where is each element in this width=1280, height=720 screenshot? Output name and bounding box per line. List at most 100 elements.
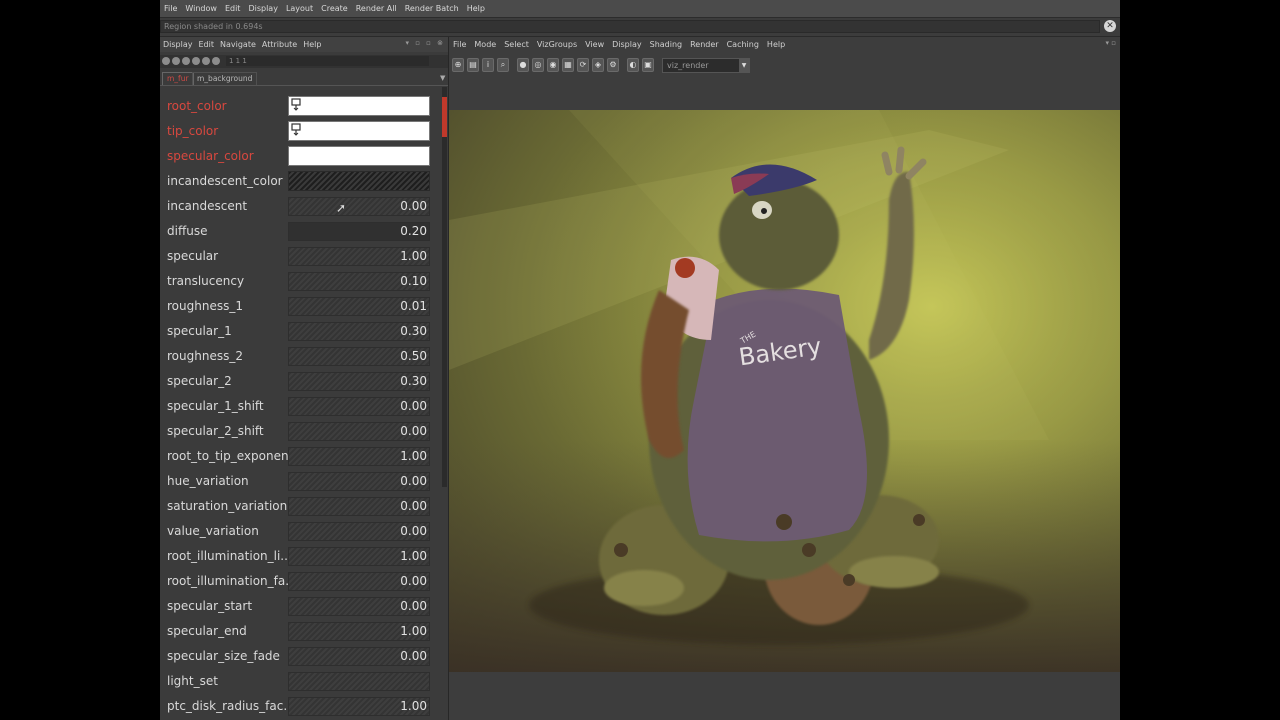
info-tool-icon[interactable]: i — [482, 58, 494, 72]
menu-render-batch[interactable]: Render Batch — [401, 4, 463, 13]
attribute-value-field[interactable]: 0.00 — [288, 397, 430, 416]
attribute-value-field[interactable] — [288, 672, 430, 691]
magnify-tool-icon[interactable]: ⌕ — [497, 58, 509, 72]
toolbar-button-icon[interactable] — [202, 57, 210, 65]
attribute-value-field[interactable]: 0.00 — [288, 197, 430, 216]
toolbar-button-icon[interactable] — [192, 57, 200, 65]
zoom-tool-icon[interactable]: ⊕ — [452, 58, 464, 72]
attr-menu-attribute[interactable]: Attribute — [259, 40, 300, 49]
render-menu-select[interactable]: Select — [500, 40, 533, 49]
attribute-value-field[interactable]: 0.20 — [288, 222, 430, 241]
attribute-value-field[interactable]: 0.00 — [288, 572, 430, 591]
attribute-row: specular_end 1.00 — [160, 619, 440, 644]
attribute-value: 0.00 — [400, 499, 427, 513]
render-menu-mode[interactable]: Mode — [470, 40, 500, 49]
toolbar-button-icon[interactable] — [162, 57, 170, 65]
render-menu-shading[interactable]: Shading — [646, 40, 687, 49]
attribute-value: 0.00 — [400, 524, 427, 538]
color-swatch[interactable] — [288, 171, 430, 191]
render-menu-caching[interactable]: Caching — [723, 40, 763, 49]
render-menu-help[interactable]: Help — [763, 40, 789, 49]
attribute-value-field[interactable]: 1.00 — [288, 697, 430, 716]
ipr-icon[interactable]: ◈ — [592, 58, 604, 72]
attribute-value-field[interactable]: 1.00 — [288, 622, 430, 641]
region-render-icon[interactable]: ◎ — [532, 58, 544, 72]
pan-tool-icon[interactable]: ▤ — [467, 58, 479, 72]
tab-m-fur[interactable]: m_fur — [162, 72, 194, 85]
menu-render-all[interactable]: Render All — [352, 4, 401, 13]
connection-icon[interactable] — [291, 123, 301, 136]
grid-icon[interactable]: ▦ — [562, 58, 574, 72]
attribute-value-field[interactable]: 1.00 — [288, 447, 430, 466]
color-swatch[interactable] — [288, 146, 430, 166]
attr-menu-edit[interactable]: Edit — [196, 40, 218, 49]
menu-file[interactable]: File — [160, 4, 181, 13]
color-swatch[interactable] — [288, 96, 430, 116]
attribute-row: root_to_tip_exponent 1.00 — [160, 444, 440, 469]
attribute-label: root_illumination_li... — [167, 549, 292, 563]
toolbar-button-icon[interactable] — [212, 57, 220, 65]
panel-window-controls-icon[interactable]: ▾ ▫ — [1106, 39, 1116, 47]
connection-icon[interactable] — [291, 98, 301, 111]
attribute-value-field[interactable]: 0.50 — [288, 347, 430, 366]
main-menu-bar: File Window Edit Display Layout Create R… — [160, 0, 1120, 18]
attribute-list: root_color tip_color specular_color incande… — [160, 94, 440, 719]
render-menu-view[interactable]: View — [581, 40, 608, 49]
attribute-label: specular_1 — [167, 324, 232, 338]
attribute-value-field[interactable]: 1.00 — [288, 247, 430, 266]
refresh-icon[interactable]: ⟳ — [577, 58, 589, 72]
menu-create[interactable]: Create — [317, 4, 352, 13]
camera-select[interactable]: viz_render ▼ — [662, 58, 750, 73]
attribute-value: 0.50 — [400, 349, 427, 363]
render-menu-render[interactable]: Render — [686, 40, 722, 49]
close-icon[interactable]: ✕ — [1104, 20, 1116, 32]
menu-window[interactable]: Window — [181, 4, 221, 13]
attribute-value: 0.00 — [400, 574, 427, 588]
attribute-value-field[interactable]: 0.01 — [288, 297, 430, 316]
attribute-value-field[interactable]: 0.00 — [288, 647, 430, 666]
render-button-icon[interactable]: ● — [517, 58, 529, 72]
chevron-down-icon[interactable]: ▼ — [739, 59, 749, 72]
node-path-field[interactable]: 1 1 1 — [226, 56, 429, 66]
attribute-value-field[interactable]: 0.10 — [288, 272, 430, 291]
toolbar-button-icon[interactable] — [182, 57, 190, 65]
attribute-scrollbar[interactable] — [442, 87, 447, 487]
panel-window-controls-icon[interactable]: ▾ ▫ ▫ ⊗ — [405, 39, 445, 47]
attr-menu-navigate[interactable]: Navigate — [217, 40, 259, 49]
attribute-value: 0.00 — [400, 599, 427, 613]
attribute-value-field[interactable]: 0.30 — [288, 372, 430, 391]
snapshot-icon[interactable]: ◉ — [547, 58, 559, 72]
render-menu-vizgroups[interactable]: VizGroups — [533, 40, 581, 49]
tab-m-background[interactable]: m_background — [192, 72, 258, 85]
attribute-value-field[interactable]: 0.00 — [288, 472, 430, 491]
menu-help[interactable]: Help — [463, 4, 489, 13]
attribute-row: specular 1.00 — [160, 244, 440, 269]
attribute-value-field[interactable]: 0.00 — [288, 597, 430, 616]
render-menu-file[interactable]: File — [449, 40, 470, 49]
tab-scroll-icon[interactable]: ▼ — [440, 74, 445, 82]
toolbar-button-icon[interactable] — [172, 57, 180, 65]
status-bar: Region shaded in 0.694s ✕ — [160, 18, 1120, 37]
render-view-menu: File Mode Select VizGroups View Display … — [449, 37, 1120, 52]
attr-menu-display[interactable]: Display — [160, 40, 196, 49]
attribute-value-field[interactable]: 1.00 — [288, 547, 430, 566]
attribute-row: specular_1_shift 0.00 — [160, 394, 440, 419]
stop-icon[interactable]: ▣ — [642, 58, 654, 72]
attribute-value-field[interactable]: 0.00 — [288, 497, 430, 516]
pause-icon[interactable]: ◐ — [627, 58, 639, 72]
attribute-value-field[interactable]: 0.30 — [288, 322, 430, 341]
menu-edit[interactable]: Edit — [221, 4, 245, 13]
attribute-value: 0.10 — [400, 274, 427, 288]
color-swatch[interactable] — [288, 121, 430, 141]
scrollbar-thumb[interactable] — [442, 97, 447, 137]
attribute-row: specular_start 0.00 — [160, 594, 440, 619]
menu-layout[interactable]: Layout — [282, 4, 317, 13]
attribute-editor-menu: Display Edit Navigate Attribute Help ▾ ▫… — [160, 37, 448, 52]
attribute-value-field[interactable]: 0.00 — [288, 522, 430, 541]
render-menu-display[interactable]: Display — [608, 40, 646, 49]
node-tabs: m_fur m_background ▼ — [160, 71, 448, 86]
menu-display[interactable]: Display — [244, 4, 282, 13]
attr-menu-help[interactable]: Help — [300, 40, 324, 49]
settings-icon[interactable]: ⚙ — [607, 58, 619, 72]
attribute-value-field[interactable]: 0.00 — [288, 422, 430, 441]
